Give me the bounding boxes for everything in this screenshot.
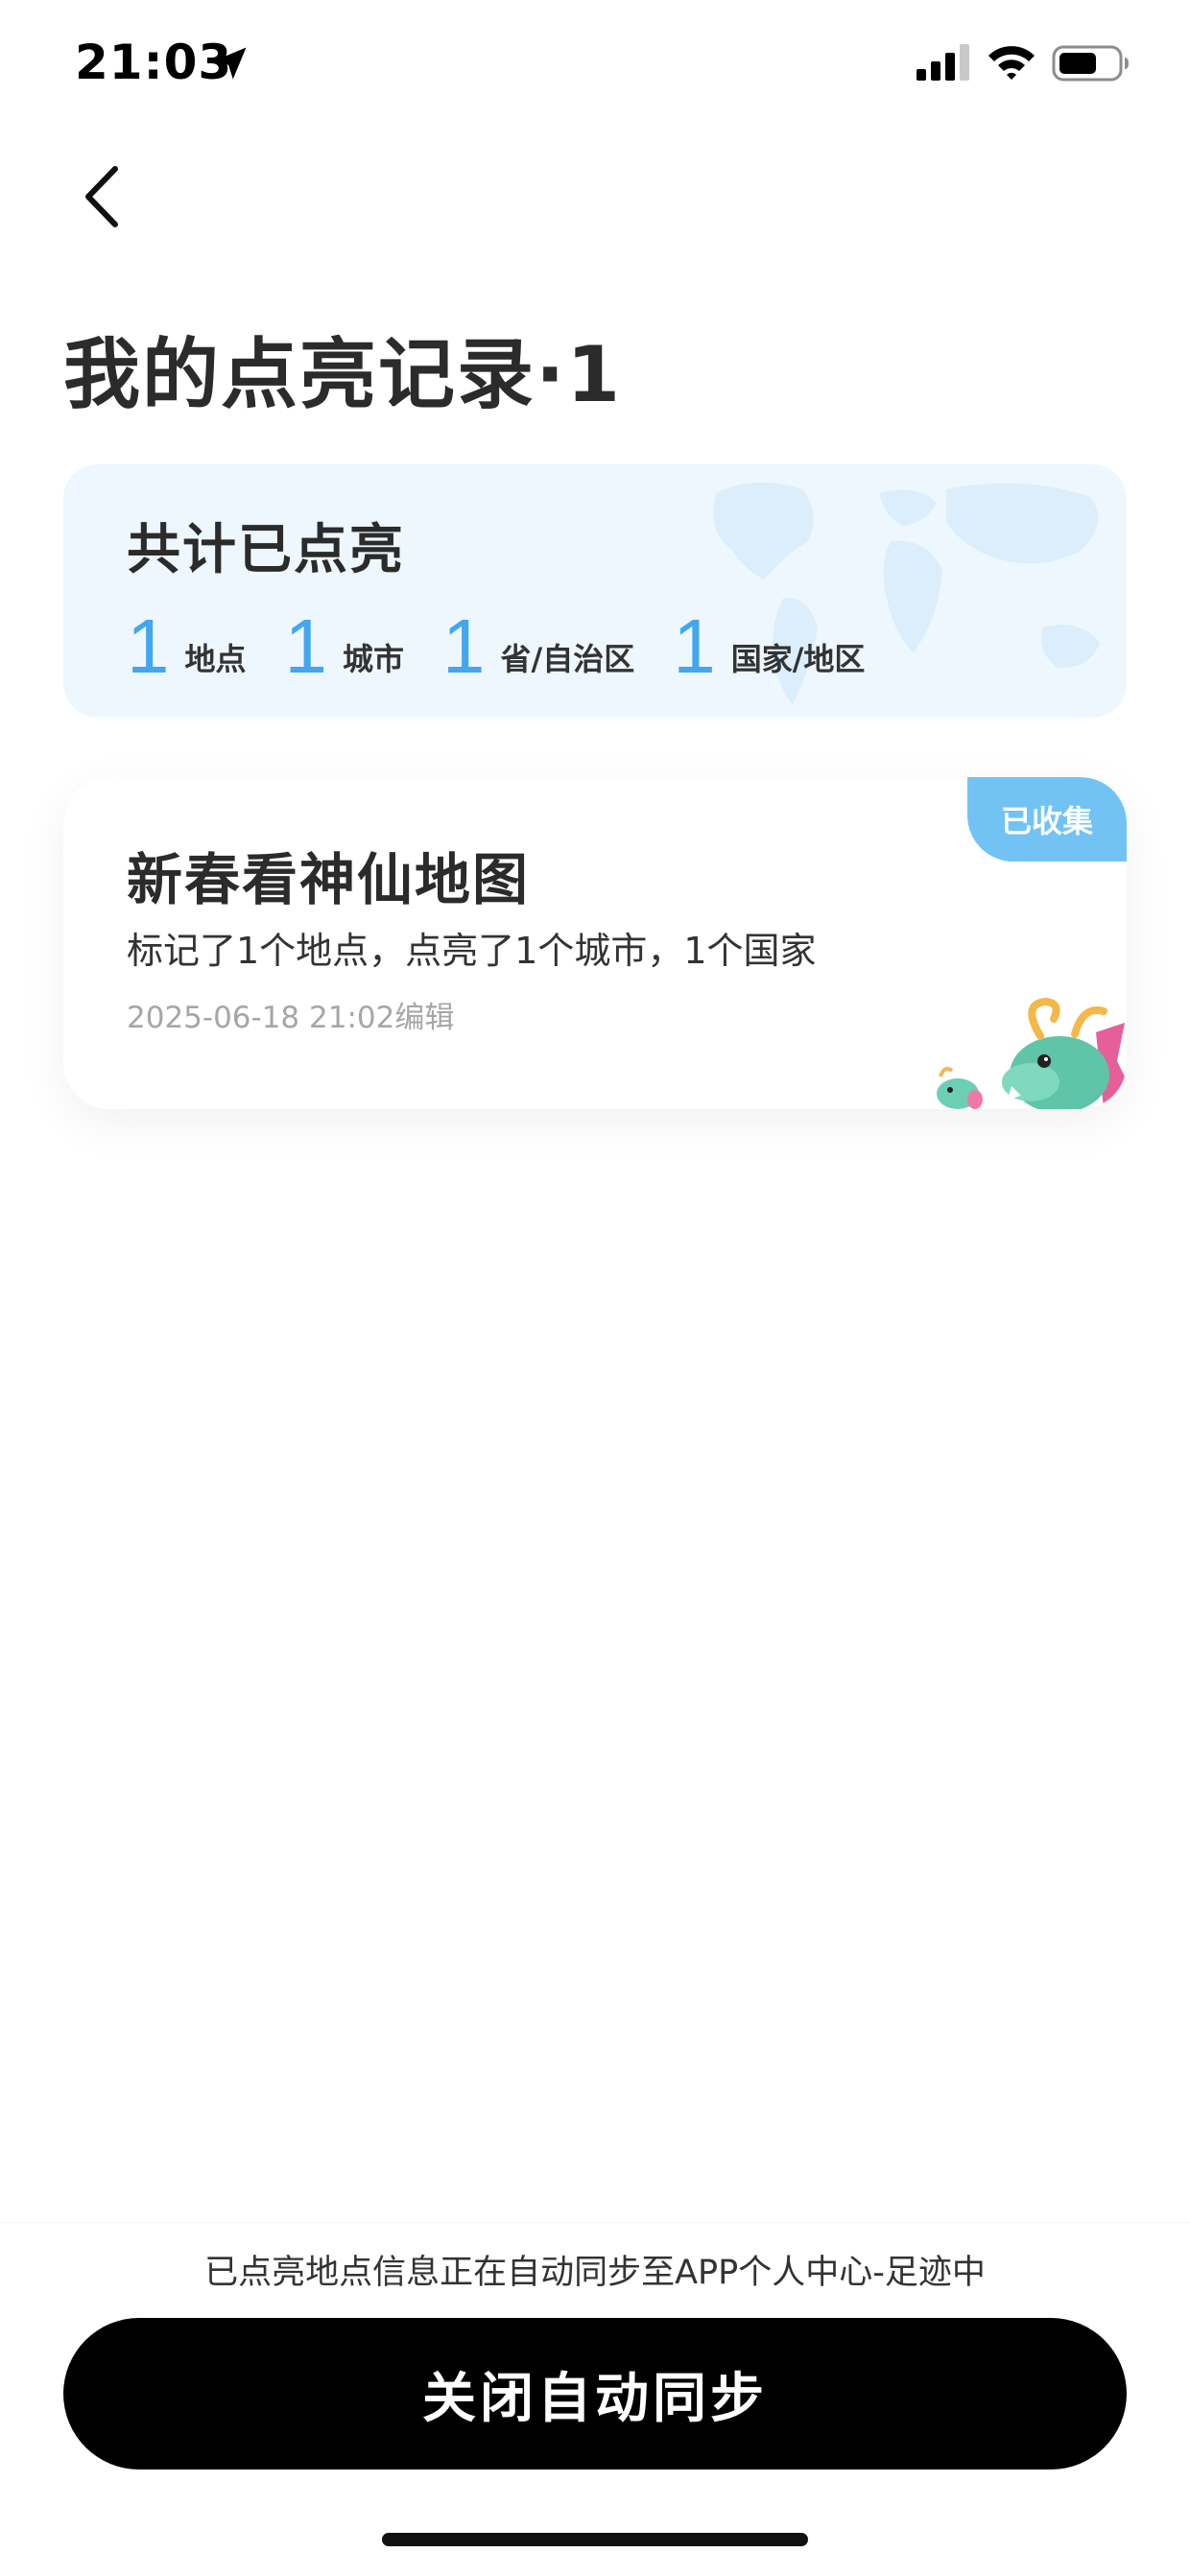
stat-countries: 1 国家/地区 <box>673 608 865 685</box>
battery-icon <box>1052 45 1129 82</box>
summary-card: 共计已点亮 1 地点 1 城市 1 省/自治区 1 国家/地区 <box>63 464 1127 718</box>
record-card[interactable]: 已收集 新春看神仙地图 标记了1个地点，点亮了1个城市，1个国家 2025-06… <box>63 777 1127 1109</box>
stat-value: 1 <box>127 603 170 689</box>
chevron-left-icon <box>85 166 118 227</box>
stat-value: 1 <box>284 603 328 689</box>
close-auto-sync-button[interactable]: 关闭自动同步 <box>63 2318 1127 2470</box>
stat-places: 1 地点 <box>127 608 247 685</box>
page-title: 我的点亮记录·1 <box>63 330 623 419</box>
stat-value: 1 <box>442 603 486 689</box>
stat-value: 1 <box>673 603 716 689</box>
home-indicator[interactable] <box>382 2533 808 2546</box>
cellular-signal-icon <box>916 44 969 81</box>
record-title: 新春看神仙地图 <box>127 847 531 912</box>
record-timestamp: 2025-06-18 21:02编辑 <box>127 1001 455 1035</box>
back-button[interactable] <box>67 154 144 240</box>
stat-label: 省/自治区 <box>500 641 635 677</box>
stat-label: 城市 <box>343 641 405 677</box>
dragon-mascot-icon <box>1002 997 1127 1109</box>
wifi-icon <box>988 46 1035 80</box>
stat-label: 地点 <box>184 641 247 677</box>
small-dragon-mascot-icon <box>937 1067 983 1109</box>
summary-title: 共计已点亮 <box>127 519 405 581</box>
stats-row: 1 地点 1 城市 1 省/自治区 1 国家/地区 <box>127 599 903 685</box>
record-description: 标记了1个地点，点亮了1个城市，1个国家 <box>127 930 817 972</box>
sync-note: 已点亮地点信息正在自动同步至APP个人中心-足迹中 <box>204 2254 986 2292</box>
stat-label: 国家/地区 <box>730 641 866 677</box>
status-bar: 21:03 <box>0 0 1190 134</box>
stat-provinces: 1 省/自治区 <box>442 608 634 685</box>
location-arrow-icon <box>214 47 247 80</box>
collected-badge: 已收集 <box>967 777 1127 862</box>
stat-cities: 1 城市 <box>285 608 405 685</box>
